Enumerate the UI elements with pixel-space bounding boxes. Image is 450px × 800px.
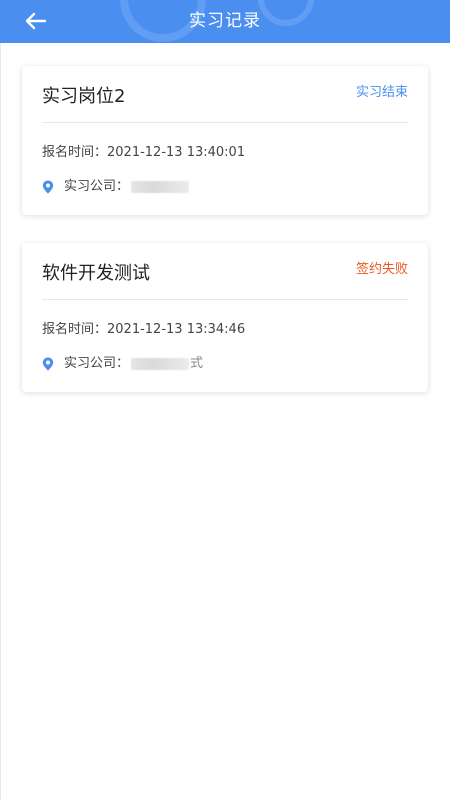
signup-time-value: 2021-12-13 13:34:46 (107, 322, 246, 337)
signup-time-label: 报名时间： (42, 322, 108, 337)
location-pin-icon (42, 180, 54, 194)
company-label: 实习公司： (64, 179, 130, 194)
internship-record-card[interactable]: 软件开发测试 签约失败 报名时间：2021-12-13 13:34:46 实习公… (22, 243, 428, 392)
location-pin-icon (42, 357, 54, 371)
company-row: 实习公司： 式 (42, 356, 408, 392)
card-header: 实习岗位2 实习结束 (42, 66, 408, 123)
page-left-border (0, 43, 1, 800)
signup-time-row: 报名时间：2021-12-13 13:34:46 (42, 300, 408, 338)
company-label: 实习公司： (64, 356, 130, 371)
company-name-suffix: 式 (190, 356, 204, 371)
page-title: 实习记录 (189, 11, 261, 31)
signup-time-label: 报名时间： (42, 145, 108, 160)
status-badge: 实习结束 (355, 85, 408, 100)
internship-position: 实习岗位2 (42, 86, 126, 107)
top-app-bar: 实习记录 (0, 0, 450, 43)
company-name-redacted (131, 181, 190, 193)
internship-record-list: 实习岗位2 实习结束 报名时间：2021-12-13 13:40:01 实习公司… (22, 66, 428, 420)
internship-position: 软件开发测试 (42, 263, 150, 284)
internship-record-card[interactable]: 实习岗位2 实习结束 报名时间：2021-12-13 13:40:01 实习公司… (22, 66, 428, 215)
signup-time-row: 报名时间：2021-12-13 13:40:01 (42, 123, 408, 161)
company-name-redacted (131, 358, 190, 370)
company-row: 实习公司： (42, 179, 408, 215)
card-header: 软件开发测试 签约失败 (42, 243, 408, 300)
status-badge: 签约失败 (355, 262, 408, 277)
signup-time-value: 2021-12-13 13:40:01 (107, 145, 246, 160)
